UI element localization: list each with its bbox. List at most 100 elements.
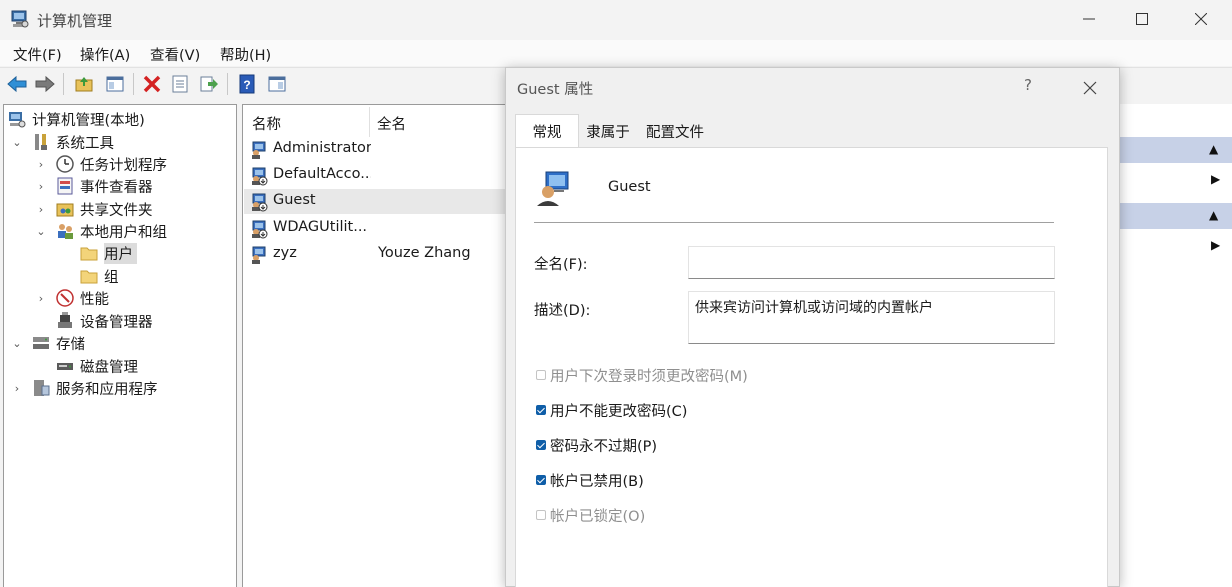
close-icon	[1083, 81, 1097, 95]
account-locked-checkbox[interactable]: 帐户已锁定(O)	[536, 505, 645, 525]
tree-item-device-manager[interactable]: 设备管理器	[55, 310, 153, 332]
disabled-user-icon	[252, 193, 268, 212]
tab-profile[interactable]: 配置文件	[640, 116, 710, 147]
user-name: Guest	[273, 192, 316, 208]
collapse-chevron-icon[interactable]: ⌄	[11, 131, 23, 153]
more-actions-arrow-icon[interactable]: ▶	[1211, 172, 1220, 186]
event-viewer-icon	[57, 177, 73, 195]
user-name: Administrator	[273, 140, 371, 156]
tree-label: 磁盘管理	[80, 359, 138, 376]
tree-label: 服务和应用程序	[56, 381, 158, 398]
tree-item-storage[interactable]: 存储	[31, 332, 85, 354]
tab-member-of[interactable]: 隶属于	[580, 116, 636, 147]
dialog-close-button[interactable]	[1078, 76, 1102, 100]
tree-item-groups[interactable]: 组	[79, 265, 119, 287]
description-field[interactable]: 供来宾访问计算机或访问域的内置帐户	[688, 291, 1055, 344]
expand-chevron-icon[interactable]: ›	[35, 175, 47, 197]
user-name: DefaultAcco...	[273, 166, 371, 182]
tree-label: 设备管理器	[80, 314, 153, 331]
menu-view[interactable]: 查看(V)	[150, 44, 200, 65]
tree-label: 共享文件夹	[80, 202, 153, 219]
forward-button[interactable]	[33, 72, 57, 96]
clock-icon	[56, 155, 74, 173]
tree-item-event-viewer[interactable]: 事件查看器	[55, 175, 153, 197]
expand-chevron-icon[interactable]: ›	[11, 377, 23, 399]
close-button[interactable]	[1172, 0, 1230, 38]
delete-x-icon	[143, 75, 161, 93]
user-list: 名称 全名 Administrator DefaultAcco... Guest…	[242, 104, 508, 587]
list-item-selected[interactable]: Guest	[244, 189, 508, 214]
console-tree: 计算机管理(本地) ⌄ 系统工具 › 任务计划程序 › 事件查看器 › 共享文件…	[3, 104, 237, 587]
checkbox-label: 密码永不过期(P)	[550, 438, 658, 455]
tree-label: 事件查看器	[80, 179, 153, 196]
show-hide-action-pane-button[interactable]	[265, 72, 289, 96]
disabled-user-icon	[252, 220, 268, 239]
description-label: 描述(D):	[534, 303, 591, 319]
tree-item-shared-folders[interactable]: 共享文件夹	[55, 198, 153, 220]
actions-section-header[interactable]: ▲	[1119, 137, 1232, 163]
performance-icon	[56, 289, 74, 307]
column-header-fullname[interactable]: 全名	[377, 108, 406, 138]
tree-item-task-scheduler[interactable]: 任务计划程序	[55, 153, 167, 175]
fullname-field[interactable]	[688, 246, 1055, 279]
tree-item-users[interactable]: 用户	[79, 242, 137, 264]
column-separator[interactable]	[369, 107, 370, 137]
toolbar-separator	[133, 73, 134, 95]
user-name: zyz	[273, 245, 297, 261]
export-list-button[interactable]	[197, 72, 221, 96]
tree-item-computer-management-local[interactable]: 计算机管理(本地)	[7, 108, 145, 130]
separator	[534, 222, 1054, 223]
list-item[interactable]: zyz Youze Zhang	[244, 242, 508, 267]
account-disabled-checkbox[interactable]: 帐户已禁用(B)	[536, 470, 644, 490]
checkbox-unchecked-icon	[536, 510, 546, 520]
show-hide-console-tree-button[interactable]	[103, 72, 127, 96]
more-actions-arrow-icon[interactable]: ▶	[1211, 238, 1220, 252]
checkbox-label: 用户下次登录时须更改密码(M)	[550, 368, 748, 385]
collapse-chevron-icon[interactable]: ⌄	[11, 332, 23, 354]
column-header-name[interactable]: 名称	[252, 108, 281, 138]
close-icon	[1195, 13, 1207, 25]
help-button[interactable]: ?	[235, 72, 259, 96]
cannot-change-password-checkbox[interactable]: 用户不能更改密码(C)	[536, 400, 687, 420]
menu-bar: 文件(F) 操作(A) 查看(V) 帮助(H)	[0, 40, 1232, 66]
up-level-button[interactable]	[72, 72, 96, 96]
menu-help[interactable]: 帮助(H)	[220, 44, 271, 65]
device-manager-icon	[58, 312, 72, 328]
dialog-help-button[interactable]: ?	[1024, 76, 1032, 94]
computer-management-icon	[9, 112, 26, 128]
window-title: 计算机管理	[37, 12, 113, 30]
checkbox-unchecked-icon	[536, 370, 546, 380]
expand-chevron-icon[interactable]: ›	[35, 153, 47, 175]
back-button[interactable]	[5, 72, 29, 96]
tree-item-services-and-applications[interactable]: 服务和应用程序	[31, 377, 158, 399]
tree-item-local-users-and-groups[interactable]: 本地用户和组	[55, 220, 167, 242]
list-item[interactable]: DefaultAcco...	[244, 163, 508, 188]
menu-action[interactable]: 操作(A)	[80, 44, 130, 65]
disabled-user-icon	[252, 167, 268, 186]
expand-chevron-icon[interactable]: ›	[35, 287, 47, 309]
tab-general[interactable]: 常规	[515, 114, 579, 148]
users-group-icon	[58, 224, 73, 239]
collapse-chevron-icon[interactable]: ⌄	[35, 220, 47, 242]
properties-button[interactable]	[168, 72, 192, 96]
title-bar: 计算机管理	[0, 0, 1232, 38]
password-never-expires-checkbox[interactable]: 密码永不过期(P)	[536, 435, 657, 455]
must-change-password-checkbox[interactable]: 用户下次登录时须更改密码(M)	[536, 365, 748, 385]
maximize-button[interactable]	[1113, 0, 1171, 38]
delete-button[interactable]	[140, 72, 164, 96]
dialog-title: Guest 属性	[517, 82, 594, 98]
list-item[interactable]: Administrator	[244, 137, 508, 162]
checkbox-label: 帐户已禁用(B)	[550, 473, 644, 490]
list-item[interactable]: WDAGUtilit...	[244, 216, 508, 241]
tree-label: 性能	[80, 291, 109, 308]
tree-item-performance[interactable]: 性能	[55, 287, 109, 309]
expand-chevron-icon[interactable]: ›	[35, 198, 47, 220]
tree-item-disk-management[interactable]: 磁盘管理	[55, 355, 138, 377]
minimize-button[interactable]	[1060, 0, 1118, 38]
help-book-icon: ?	[239, 74, 255, 94]
tree-item-system-tools[interactable]: 系统工具	[31, 131, 114, 153]
properties-icon	[172, 75, 188, 93]
collapse-up-icon: ▲	[1209, 208, 1219, 222]
actions-section-header[interactable]: ▲	[1119, 203, 1232, 229]
menu-file[interactable]: 文件(F)	[13, 44, 62, 65]
